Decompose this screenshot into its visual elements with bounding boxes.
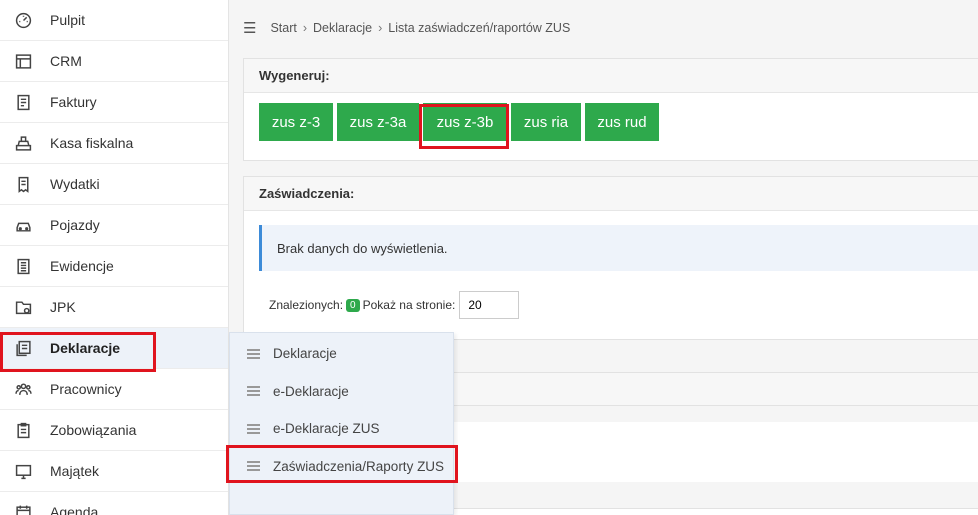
sidebar-item-label: Pracownicy [50, 381, 122, 397]
ledger-icon [14, 257, 32, 275]
sidebar: Pulpit CRM Faktury Kasa fiskalna Wydatki… [0, 0, 229, 515]
cash-register-icon [14, 134, 32, 152]
submenu-item-deklaracje[interactable]: Deklaracje [230, 335, 453, 373]
sidebar-item-label: Kasa fiskalna [50, 135, 134, 151]
zus-z3b-button[interactable]: zus z-3b [423, 103, 507, 141]
sidebar-item-label: Agenda [50, 504, 99, 515]
sidebar-item-label: Wydatki [50, 176, 100, 192]
declaration-icon [14, 339, 32, 357]
deklaracje-submenu: Deklaracje e-Deklaracje e-Deklaracje ZUS… [229, 332, 454, 515]
sidebar-item-faktury[interactable]: Faktury [0, 82, 228, 123]
sidebar-item-deklaracje[interactable]: Deklaracje [0, 328, 228, 369]
submenu-item-e-deklaracje[interactable]: e-Deklaracje [230, 373, 453, 411]
dashboard-icon [14, 11, 32, 29]
calendar-icon [14, 503, 32, 515]
per-page-input[interactable] [459, 291, 520, 319]
generate-panel-title: Wygeneruj: [244, 59, 978, 93]
found-label: Znalezionych: [269, 298, 344, 312]
zus-ria-button[interactable]: zus ria [511, 103, 581, 141]
sidebar-item-kasa-fiskalna[interactable]: Kasa fiskalna [0, 123, 228, 164]
submenu-item-label: e-Deklaracje [273, 383, 349, 399]
menu-icon [247, 423, 260, 434]
sidebar-item-wydatki[interactable]: Wydatki [0, 164, 228, 205]
breadcrumb-deklaracje[interactable]: Deklaracje [313, 21, 372, 35]
sidebar-item-majatek[interactable]: Majątek [0, 451, 228, 492]
invoice-icon [14, 93, 32, 111]
generate-panel: Wygeneruj: zus z-3 zus z-3a zus z-3b zus… [243, 58, 978, 161]
empty-message: Brak danych do wyświetlenia. [259, 225, 978, 271]
sidebar-item-agenda[interactable]: Agenda [0, 492, 228, 515]
car-icon [14, 216, 32, 234]
breadcrumb-separator-icon: › [302, 20, 308, 35]
zus-z3-button[interactable]: zus z-3 [259, 103, 333, 141]
layout-icon [14, 52, 32, 70]
sidebar-item-jpk[interactable]: JPK [0, 287, 228, 328]
certificates-panel-title: Zaświadczenia: [244, 177, 978, 211]
sidebar-item-pracownicy[interactable]: Pracownicy [0, 369, 228, 410]
sidebar-item-label: Faktury [50, 94, 97, 110]
per-page-label: Pokaż na stronie: [362, 298, 456, 312]
sidebar-item-label: Deklaracje [50, 340, 121, 356]
receipt-icon [14, 175, 32, 193]
submenu-item-zaswiadczenia-raporty-zus[interactable]: Zaświadczenia/Raporty ZUS [230, 448, 453, 486]
sidebar-item-label: CRM [50, 53, 82, 69]
menu-icon [247, 461, 260, 472]
clipboard-icon [14, 421, 32, 439]
sidebar-item-label: Pojazdy [50, 217, 100, 233]
breadcrumb-start[interactable]: Start [270, 21, 296, 35]
sidebar-item-label: Pulpit [50, 12, 86, 28]
sidebar-item-pulpit[interactable]: Pulpit [0, 0, 228, 41]
breadcrumb-separator-icon: › [378, 20, 383, 35]
sidebar-item-label: Zobowiązania [50, 422, 137, 438]
sidebar-item-label: Majątek [50, 463, 100, 479]
pagination-row: Znalezionych: 0 Pokaż na stronie: [244, 283, 978, 327]
certificates-panel: Zaświadczenia: Brak danych do wyświetlen… [243, 176, 978, 340]
folder-icon [14, 298, 32, 316]
generate-buttons: zus z-3 zus z-3a zus z-3b zus ria zus ru… [244, 93, 978, 141]
submenu-item-label: Deklaracje [273, 346, 337, 362]
sidebar-item-pojazdy[interactable]: Pojazdy [0, 205, 228, 246]
zus-rud-button[interactable]: zus rud [585, 103, 659, 141]
submenu-item-label: e-Deklaracje ZUS [273, 421, 380, 437]
menu-icon [247, 348, 260, 359]
breadcrumb-current: Lista zaświadczeń/raportów ZUS [388, 20, 571, 35]
menu-icon [247, 386, 260, 397]
submenu-item-label: Zaświadczenia/Raporty ZUS [273, 458, 445, 474]
sidebar-item-zobowiazania[interactable]: Zobowiązania [0, 410, 228, 451]
sidebar-item-crm[interactable]: CRM [0, 41, 228, 82]
employees-icon [14, 380, 32, 398]
monitor-icon [14, 462, 32, 480]
sidebar-item-label: JPK [50, 299, 76, 315]
sidebar-item-ewidencje[interactable]: Ewidencje [0, 246, 228, 287]
zus-z3a-button[interactable]: zus z-3a [337, 103, 419, 141]
submenu-item-e-deklaracje-zus[interactable]: e-Deklaracje ZUS [230, 410, 453, 448]
sidebar-item-label: Ewidencje [50, 258, 114, 274]
found-count-badge: 0 [346, 298, 360, 312]
breadcrumb: ☰ Start › Deklaracje › Lista zaświadczeń… [229, 0, 978, 55]
menu-toggle-icon[interactable]: ☰ [243, 19, 256, 37]
